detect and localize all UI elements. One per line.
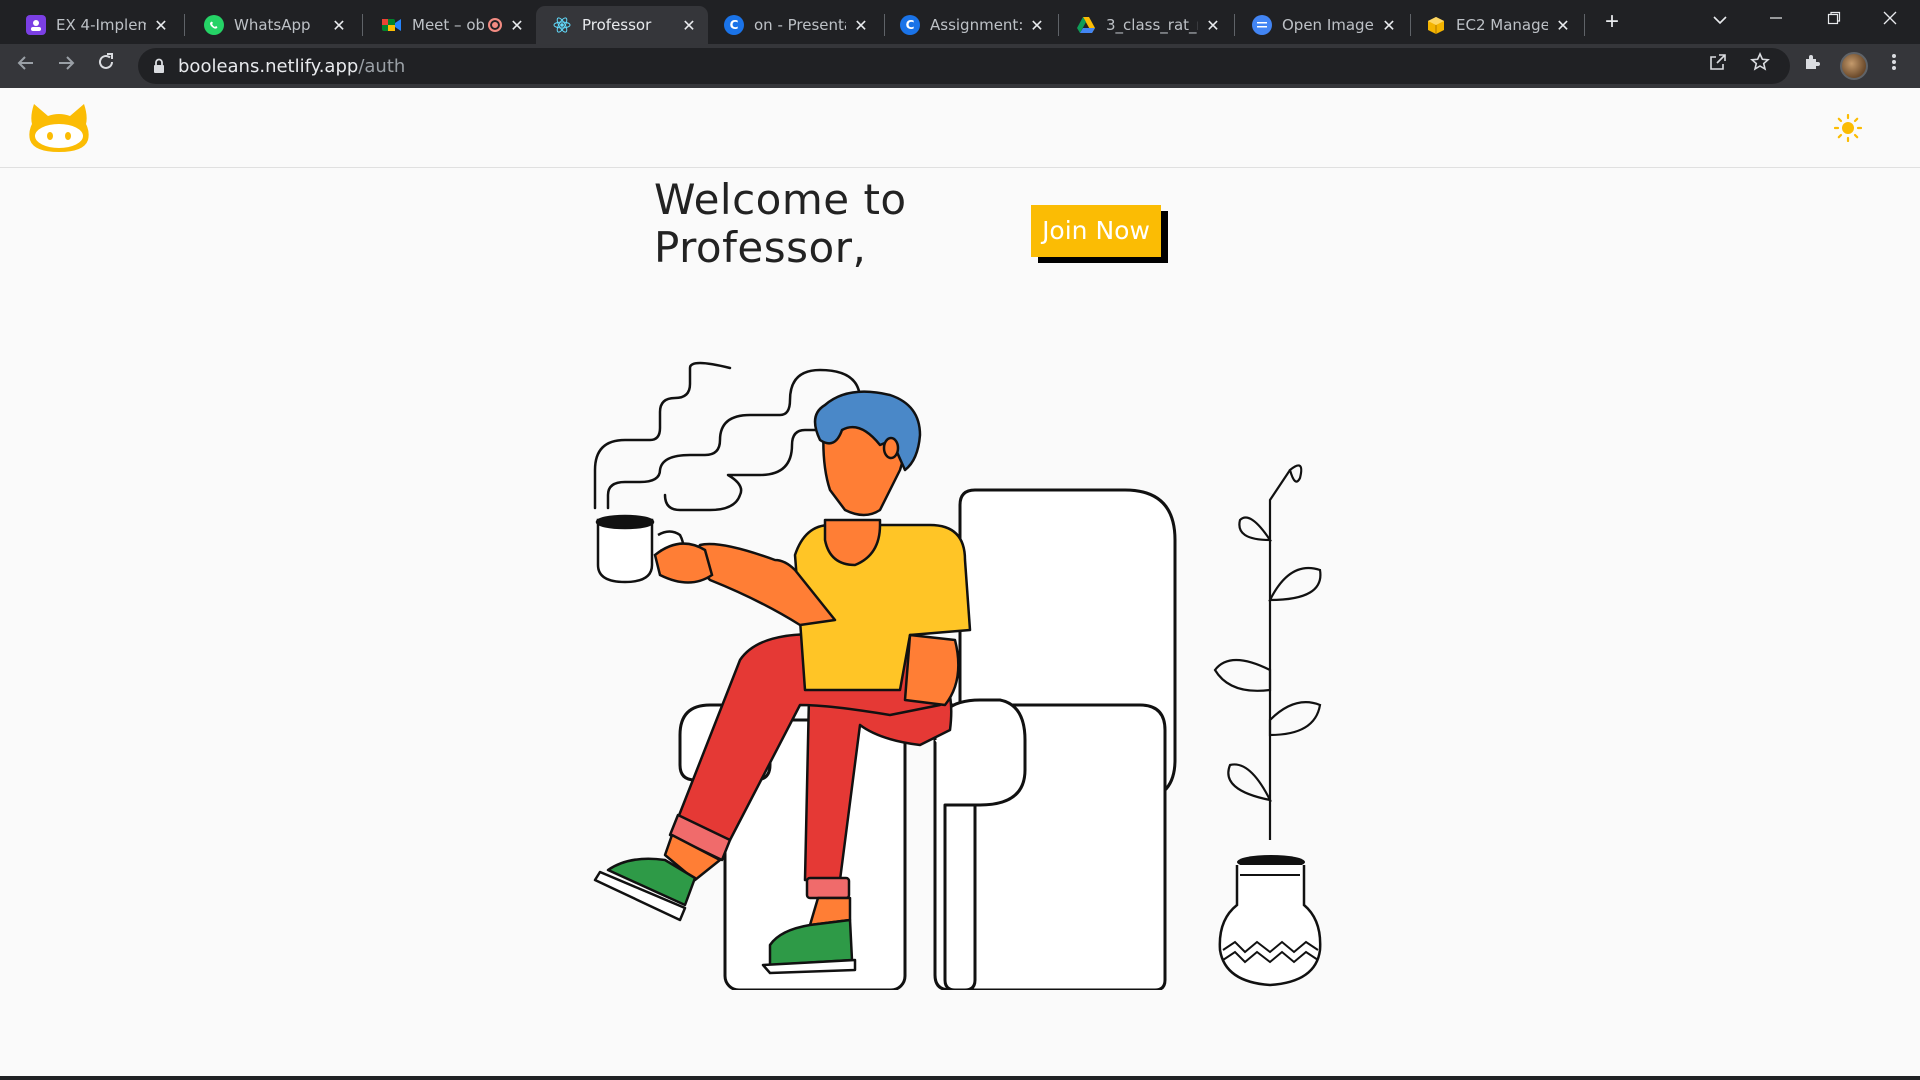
classroom-icon [26, 15, 46, 35]
app-header [0, 88, 1920, 168]
tab-title: Assignment: C [930, 16, 1022, 34]
tab-ec2[interactable]: EC2 Managem ✕ [1410, 6, 1582, 44]
tab-title: Professor [582, 16, 652, 34]
tab-search-button[interactable] [1692, 0, 1748, 40]
browser-tabstrip: EX 4-Impleme ✕ WhatsApp ✕ Meet – ob ✕ Pr… [0, 0, 1920, 44]
close-icon[interactable]: ✕ [1028, 16, 1046, 35]
minimize-icon [1770, 17, 1782, 19]
arrow-left-icon [17, 56, 33, 70]
url-host: booleans.netlify.app [178, 56, 359, 77]
back-button[interactable] [12, 52, 40, 80]
plant [1213, 464, 1322, 840]
github-cat-logo-icon[interactable] [28, 102, 90, 154]
coursera-icon: C [900, 15, 920, 35]
reload-icon [99, 53, 113, 69]
tab-open-images[interactable]: Open Images ✕ [1236, 6, 1408, 44]
arrow-right-icon [59, 56, 75, 70]
tab-title: EC2 Managem [1456, 16, 1548, 34]
tab-separator [184, 14, 185, 36]
tab-meet[interactable]: Meet – ob ✕ [366, 6, 536, 44]
extensions-icon[interactable] [1798, 52, 1826, 80]
close-icon[interactable]: ✕ [1204, 16, 1222, 35]
drive-icon [1076, 15, 1096, 35]
back-leg-cuff [805, 876, 851, 900]
close-icon[interactable]: ✕ [330, 16, 348, 35]
canva-icon: C [724, 15, 744, 35]
menu-kebab-icon[interactable] [1880, 52, 1908, 80]
share-icon[interactable] [1704, 52, 1732, 80]
window-bottom-border [0, 1076, 1920, 1080]
url-text[interactable]: booleans.netlify.app/auth [178, 56, 405, 77]
tab-title: 3_class_rat_ra [1106, 16, 1198, 34]
new-tab-button[interactable]: + [1598, 8, 1626, 36]
whatsapp-icon [204, 15, 224, 35]
tab-separator [1584, 14, 1585, 36]
restore-icon [1827, 11, 1841, 25]
recording-icon [488, 18, 502, 32]
steam-line [593, 361, 732, 510]
ear [882, 436, 900, 460]
welcome-line-2: Professor, [654, 223, 867, 272]
join-now-button[interactable]: Join Now [1031, 205, 1161, 257]
lock-icon [154, 58, 164, 73]
chevron-down-icon [1713, 16, 1727, 25]
tab-presentation[interactable]: C on - Presentat ✕ [708, 6, 880, 44]
tab-title: Open Images [1282, 16, 1374, 34]
tab-whatsapp[interactable]: WhatsApp ✕ [188, 6, 358, 44]
address-bar[interactable]: booleans.netlify.app/auth [138, 48, 1790, 84]
tab-separator [1058, 14, 1059, 36]
welcome-line-1: Welcome to [654, 175, 907, 224]
tab-ex4[interactable]: EX 4-Impleme ✕ [10, 6, 180, 44]
close-icon[interactable]: ✕ [152, 16, 170, 35]
sun-icon[interactable] [1834, 114, 1862, 142]
bookmark-star-icon[interactable] [1746, 52, 1774, 80]
profile-avatar[interactable] [1840, 52, 1868, 80]
browser-toolbar: booleans.netlify.app/auth [0, 44, 1920, 88]
close-window-button[interactable] [1862, 0, 1918, 40]
plant-pot [1218, 855, 1322, 987]
tab-title: Meet – ob [412, 16, 484, 34]
meet-icon [382, 15, 402, 35]
url-path: /auth [358, 56, 406, 77]
tab-title: EX 4-Impleme [56, 16, 146, 34]
tab-assignment[interactable]: C Assignment: C ✕ [884, 6, 1056, 44]
close-icon[interactable]: ✕ [1554, 16, 1572, 35]
close-icon[interactable]: ✕ [852, 16, 870, 35]
close-icon[interactable]: ✕ [1380, 16, 1398, 35]
tab-separator [362, 14, 363, 36]
close-icon[interactable]: ✕ [508, 16, 526, 35]
openimages-icon [1252, 15, 1272, 35]
restore-button[interactable] [1806, 0, 1862, 40]
welcome-heading: Welcome to Professor, [654, 176, 907, 272]
minimize-button[interactable] [1748, 0, 1804, 40]
tab-professor[interactable]: Professor ✕ [536, 6, 708, 44]
forward-button[interactable] [52, 52, 80, 80]
tab-separator [1234, 14, 1235, 36]
close-icon [1883, 11, 1897, 25]
person-with-coffee-illustration [593, 361, 1322, 990]
tab-title: on - Presentat [754, 16, 846, 34]
aws-icon [1426, 15, 1446, 35]
tab-drive[interactable]: 3_class_rat_ra ✕ [1060, 6, 1232, 44]
arm [903, 633, 960, 707]
close-icon[interactable]: ✕ [680, 16, 698, 35]
hand [653, 542, 714, 584]
reload-button[interactable] [92, 52, 120, 80]
tab-title: WhatsApp [234, 16, 311, 34]
react-icon [552, 15, 572, 35]
